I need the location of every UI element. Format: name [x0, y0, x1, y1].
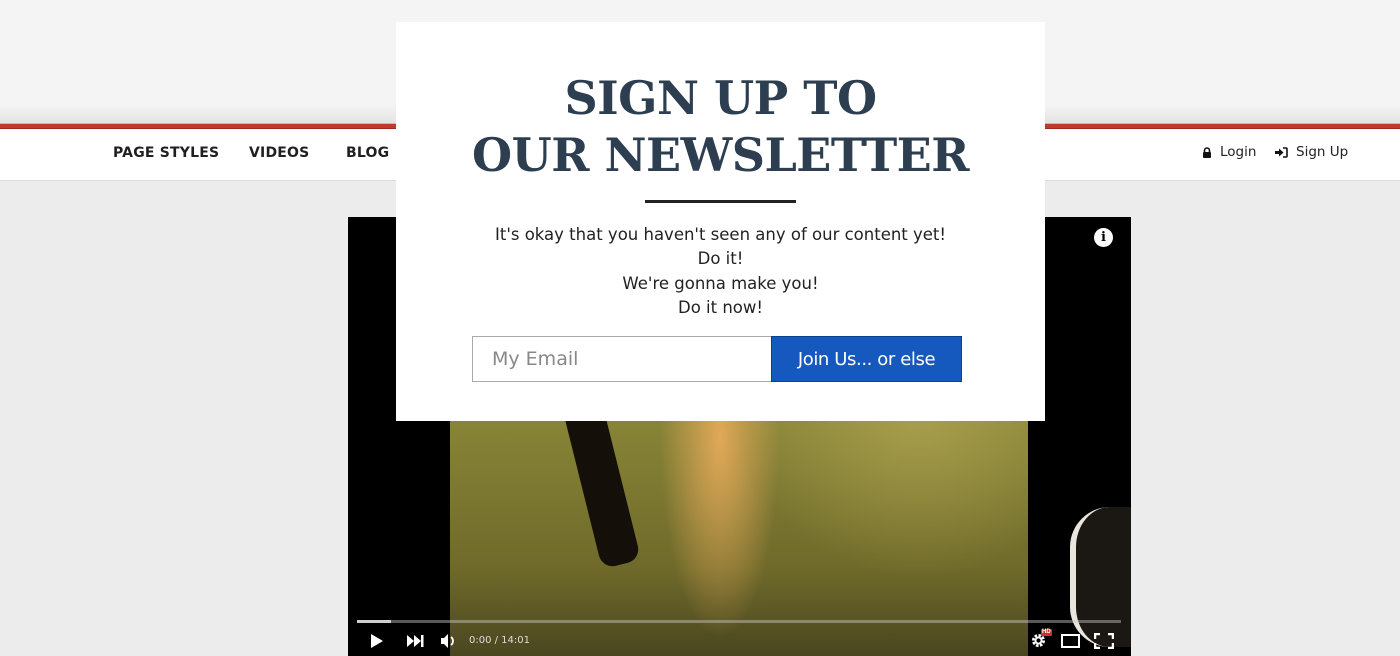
nav-item-blog[interactable]: BLOG — [346, 145, 389, 161]
player-controls: 0:00 / 14:01 HD — [348, 627, 1131, 656]
message-line: It's okay that you haven't seen any of o… — [494, 225, 947, 244]
progress-bar[interactable] — [357, 620, 1121, 623]
signup-label: Sign Up — [1296, 144, 1349, 160]
fullscreen-icon[interactable] — [1094, 633, 1114, 649]
time-display: 0:00 / 14:01 — [469, 635, 531, 646]
newsletter-modal: SIGN UP TO OUR NEWSLETTER It's okay that… — [396, 22, 1045, 421]
title-divider — [645, 200, 796, 203]
next-icon[interactable] — [407, 635, 424, 647]
modal-message: It's okay that you haven't seen any of o… — [396, 223, 1045, 320]
modal-title-line2: OUR NEWSLETTER — [472, 128, 969, 182]
sign-in-icon — [1275, 146, 1288, 158]
message-line: Do it now! — [677, 297, 763, 317]
play-icon[interactable] — [370, 633, 384, 649]
message-line: Do it! — [697, 249, 744, 269]
signup-link[interactable]: Sign Up — [1275, 144, 1348, 160]
email-input[interactable] — [472, 336, 772, 382]
settings-button[interactable]: HD — [1030, 629, 1052, 654]
modal-title: SIGN UP TO OUR NEWSLETTER — [396, 70, 1045, 184]
message-line: We're gonna make you! — [622, 273, 819, 293]
progress-buffered — [357, 620, 392, 623]
info-icon[interactable]: i — [1094, 228, 1113, 247]
video-content-shoe — [1070, 507, 1131, 647]
hd-badge: HD — [1041, 629, 1052, 636]
login-link[interactable]: Login — [1202, 144, 1256, 160]
nav-item-page-styles[interactable]: PAGE STYLES — [113, 145, 219, 161]
nav-item-videos[interactable]: VIDEOS — [249, 145, 309, 161]
lock-icon — [1203, 146, 1211, 158]
modal-title-line1: SIGN UP TO — [564, 71, 877, 125]
theater-mode-icon[interactable] — [1061, 634, 1080, 648]
login-label: Login — [1220, 144, 1257, 160]
join-button[interactable]: Join Us... or else — [771, 336, 962, 382]
volume-icon[interactable] — [441, 633, 457, 649]
